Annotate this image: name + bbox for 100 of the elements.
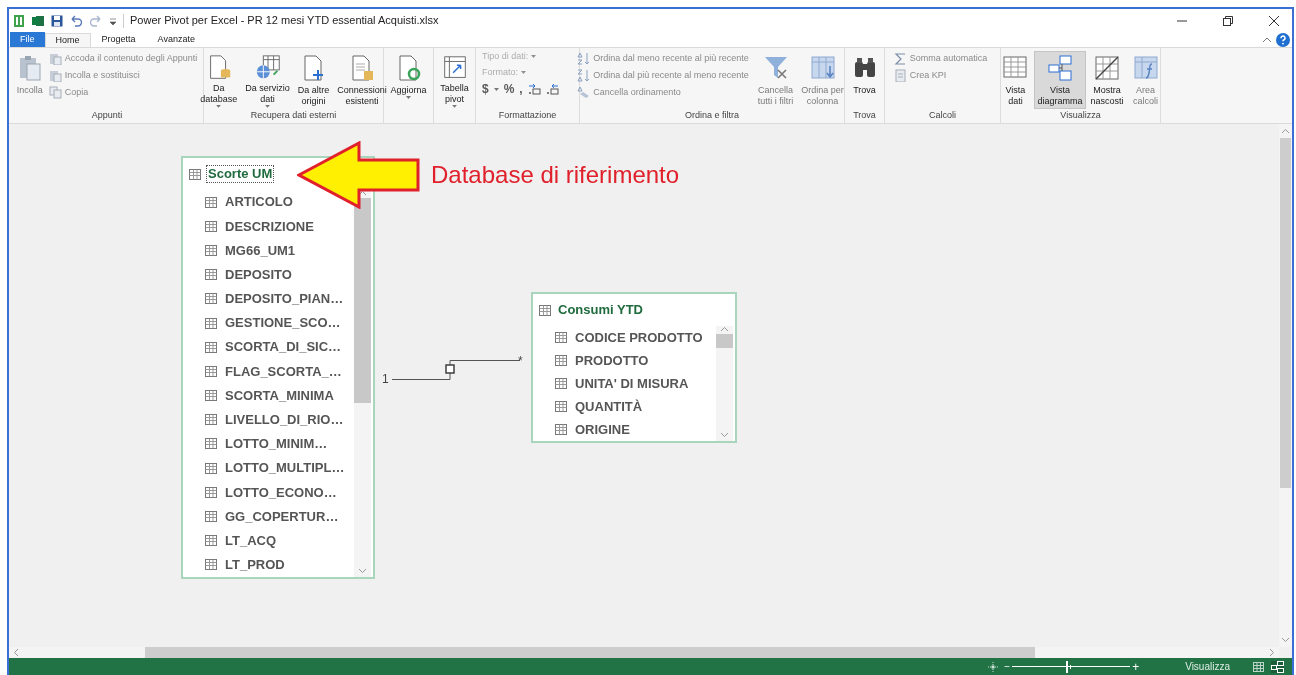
ribbon-button[interactable]: Da servizio dati: [242, 51, 293, 109]
column-item[interactable]: GESTIONE_SCO…: [205, 310, 341, 336]
clear-sort-icon: [577, 85, 591, 99]
grid-view-icon[interactable]: [1252, 660, 1265, 673]
ribbon-button[interactable]: Vista diagramma: [1034, 51, 1086, 109]
cardinality-label: *: [518, 353, 523, 370]
column-item[interactable]: LOTTO_MINIM…: [205, 431, 328, 457]
cardinality-label: 1: [382, 371, 389, 388]
table-icon: [555, 424, 567, 435]
help-icon[interactable]: [1276, 32, 1290, 47]
scroll-down-icon[interactable]: [1281, 637, 1290, 643]
ribbon-button[interactable]: Tabella pivot: [437, 51, 472, 109]
ribbon-button[interactable]: Trova: [847, 51, 882, 109]
column-item[interactable]: DEPOSITO_PIAN…: [205, 286, 344, 311]
zoom-out-button[interactable]: −: [1004, 661, 1011, 672]
column-item[interactable]: LT_PROD: [205, 552, 285, 577]
table-card[interactable]: Consumi YTD CODICE PRODOTTO PRODOTTO UNITA' DI MISURA QUANTITÀ ORIGINE: [531, 292, 737, 443]
scroll-down-icon[interactable]: [358, 568, 367, 574]
ribbon-tab[interactable]: Home: [44, 33, 91, 47]
ribbon-button[interactable]: Da database: [197, 51, 241, 109]
scroll-thumb[interactable]: [716, 334, 733, 348]
column-item[interactable]: LT_ACQ: [205, 528, 277, 553]
table-card[interactable]: [181, 156, 375, 579]
scroll-thumb[interactable]: [354, 198, 371, 403]
zoom-slider[interactable]: [1012, 660, 1131, 673]
zoom-thumb[interactable]: [1065, 660, 1068, 673]
column-item[interactable]: SCORTA_MINIMA: [205, 383, 334, 408]
table-icon: [555, 378, 567, 389]
restore-icon[interactable]: [1222, 14, 1234, 27]
collapse-ribbon-icon[interactable]: [1262, 35, 1272, 44]
column-item[interactable]: DESCRIZIONE: [205, 214, 314, 239]
ribbon-button[interactable]: Da altre origini: [294, 51, 333, 109]
column-item[interactable]: CODICE PRODOTTO: [555, 326, 703, 349]
table-icon: [205, 511, 217, 523]
column-item[interactable]: DEPOSITO: [205, 262, 292, 287]
table-icon: [539, 304, 551, 316]
group-label: Calcoli: [929, 108, 956, 122]
group-label: Trova: [853, 109, 876, 123]
scroll-down-icon[interactable]: [720, 432, 729, 438]
column-item[interactable]: FLAG_SCORTA_…: [205, 359, 342, 384]
sort-descending-icon: [577, 68, 591, 82]
group-label: Formattazione: [498, 108, 557, 122]
customize-icon[interactable]: [109, 15, 117, 26]
scroll-up-icon[interactable]: [720, 326, 729, 332]
ribbon-tab[interactable]: File: [10, 32, 45, 47]
kpi-icon: [893, 68, 907, 82]
relationship-marker-icon: [445, 364, 455, 374]
table-icon: [189, 168, 201, 180]
group-label: Appunti: [91, 109, 123, 123]
excel-icon[interactable]: [31, 13, 45, 28]
relationship-line[interactable]: [392, 360, 521, 380]
column-item[interactable]: PRODOTTO: [555, 349, 649, 372]
table-title[interactable]: Consumi YTD: [557, 302, 644, 318]
ribbon-button[interactable]: Connessioni esistenti: [334, 51, 390, 109]
scroll-left-icon[interactable]: [13, 648, 19, 657]
redo-icon[interactable]: [89, 14, 103, 27]
scroll-right-icon[interactable]: [1269, 648, 1275, 657]
ribbon-button[interactable]: Mostra nascosti: [1087, 51, 1127, 109]
table-icon: [555, 332, 567, 343]
close-icon[interactable]: [1268, 14, 1280, 27]
group-label: Ordina e filtra: [685, 109, 739, 123]
horizontal-scrollbar[interactable]: [9, 647, 1279, 658]
fit-icon[interactable]: [988, 661, 999, 672]
zoom-in-button[interactable]: +: [1132, 660, 1140, 673]
column-item[interactable]: SCORTA_DI_SIC…: [205, 335, 342, 360]
column-item[interactable]: LOTTO_ECONO…: [205, 480, 337, 505]
column-item[interactable]: ORIGINE: [555, 418, 630, 441]
caret-icon: [521, 70, 526, 74]
ribbon-button[interactable]: Aggiorna: [387, 51, 430, 109]
table-icon: [205, 438, 217, 450]
scrollbar[interactable]: [716, 326, 733, 441]
save-icon[interactable]: [51, 14, 63, 27]
clipboard-icon: [48, 51, 62, 65]
column-item[interactable]: UNITA' DI MISURA: [555, 372, 689, 395]
table-icon: [205, 390, 217, 402]
column-item[interactable]: LOTTO_MULTIPL…: [205, 456, 345, 481]
column-item[interactable]: LIVELLO_DI_RIO…: [205, 407, 344, 432]
ribbon-button[interactable]: Vista dati: [998, 51, 1033, 109]
table-icon: [205, 317, 217, 329]
scroll-thumb[interactable]: [1280, 138, 1291, 488]
table-icon: [205, 486, 217, 498]
hidden-grid-icon: [1093, 54, 1121, 82]
caret-icon: [265, 105, 270, 108]
ribbon-tab[interactable]: Progetta: [90, 32, 147, 47]
column-item[interactable]: GG_COPERTUR…: [205, 504, 339, 529]
scrollbar[interactable]: [354, 190, 371, 577]
table-sort-icon: [808, 54, 837, 82]
table-icon: [205, 244, 217, 256]
table-icon: [205, 365, 217, 377]
column-item[interactable]: QUANTITÀ: [555, 395, 643, 418]
diagram-view-icon[interactable]: [1271, 660, 1284, 673]
column-item[interactable]: MG66_UM1: [205, 238, 296, 263]
column-item[interactable]: ARTICOLO: [205, 190, 293, 215]
table-title[interactable]: Scorte UM: [207, 166, 274, 182]
scroll-thumb[interactable]: [145, 647, 1035, 658]
vertical-scrollbar[interactable]: [1279, 124, 1292, 647]
scroll-up-icon[interactable]: [1281, 128, 1290, 134]
ribbon-tab[interactable]: Avanzate: [146, 32, 206, 47]
undo-icon[interactable]: [69, 14, 83, 27]
diagram-icon: [1046, 54, 1074, 82]
